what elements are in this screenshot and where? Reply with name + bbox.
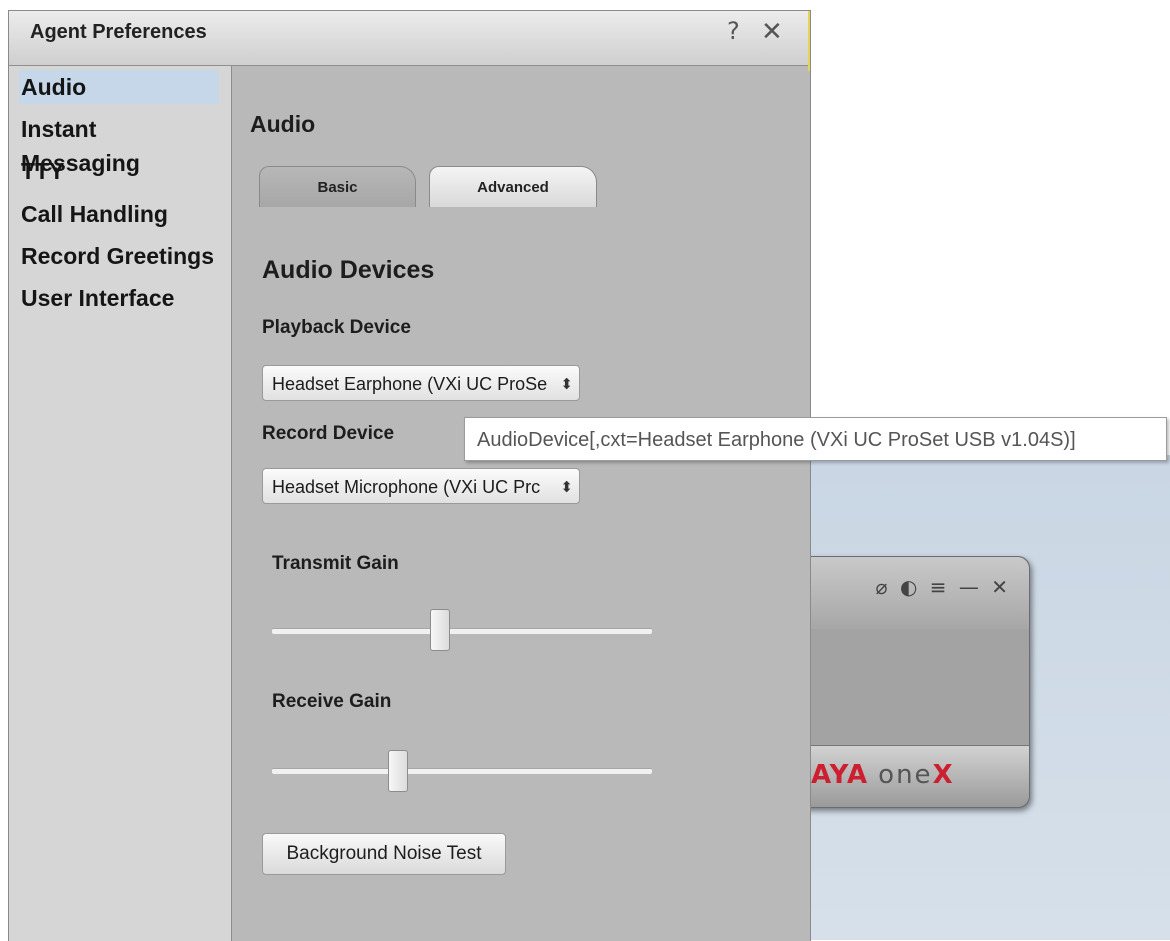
sidebar-item-record-greetings[interactable]: Record Greetings [19, 239, 219, 273]
receive-gain-track[interactable] [272, 768, 652, 774]
playback-device-value: Headset Earphone (VXi UC ProSe [272, 374, 548, 394]
sidebar-item-call-handling[interactable]: Call Handling [19, 197, 219, 231]
section-heading-audio-devices: Audio Devices [262, 256, 435, 284]
agent-preferences-dialog: Agent Preferences ? ✕ Audio Instant Mess… [8, 10, 811, 941]
help-icon[interactable]: ? [727, 17, 740, 45]
menu-icon[interactable]: ≡ [930, 575, 950, 599]
preferences-content: Audio Basic Advanced Audio Devices Playb… [232, 66, 810, 941]
playback-device-label: Playback Device [262, 317, 411, 338]
background-noise-test-button[interactable]: Background Noise Test [262, 833, 506, 875]
close-icon[interactable]: ✕ [991, 575, 1011, 599]
playback-device-select[interactable]: Headset Earphone (VXi UC ProSe ⬍ [262, 365, 580, 401]
preferences-sidebar: Audio Instant Messaging TTY Call Handlin… [9, 66, 232, 941]
title-bar[interactable]: Agent Preferences ? ✕ [9, 11, 810, 66]
device-tooltip: AudioDevice[,cxt=Headset Earphone (VXi U… [464, 417, 1167, 461]
transmit-gain-label: Transmit Gain [272, 553, 399, 574]
record-device-value: Headset Microphone (VXi UC Prc [272, 477, 541, 497]
record-device-select[interactable]: Headset Microphone (VXi UC Prc ⬍ [262, 468, 580, 504]
sidebar-item-user-interface[interactable]: User Interface [19, 281, 219, 315]
minimize-icon[interactable]: — [959, 575, 982, 599]
mute-icon[interactable]: ⌀ [876, 575, 891, 599]
select-arrows-icon: ⬍ [560, 478, 573, 496]
record-device-label: Record Device [262, 423, 395, 444]
avaya-onex-logo: AYA oneX [811, 760, 954, 790]
transmit-gain-track[interactable] [272, 628, 652, 634]
window-edge [808, 11, 810, 71]
tab-advanced[interactable]: Advanced [429, 166, 597, 207]
select-arrows-icon: ⬍ [560, 375, 573, 393]
receive-gain-slider-thumb[interactable] [388, 750, 409, 792]
tab-basic[interactable]: Basic [259, 166, 416, 207]
close-icon[interactable]: ✕ [761, 17, 783, 47]
page-title: Audio [250, 111, 316, 137]
sidebar-item-tty[interactable]: TTY [19, 154, 219, 188]
receive-gain-label: Receive Gain [272, 691, 392, 712]
headset-icon[interactable]: ◐ [900, 575, 920, 599]
sidebar-item-audio[interactable]: Audio [19, 70, 219, 104]
sidebar-item-instant-messaging[interactable]: Instant Messaging [19, 112, 219, 176]
transmit-gain-slider-thumb[interactable] [430, 609, 451, 651]
dialog-title: Agent Preferences [30, 21, 207, 43]
